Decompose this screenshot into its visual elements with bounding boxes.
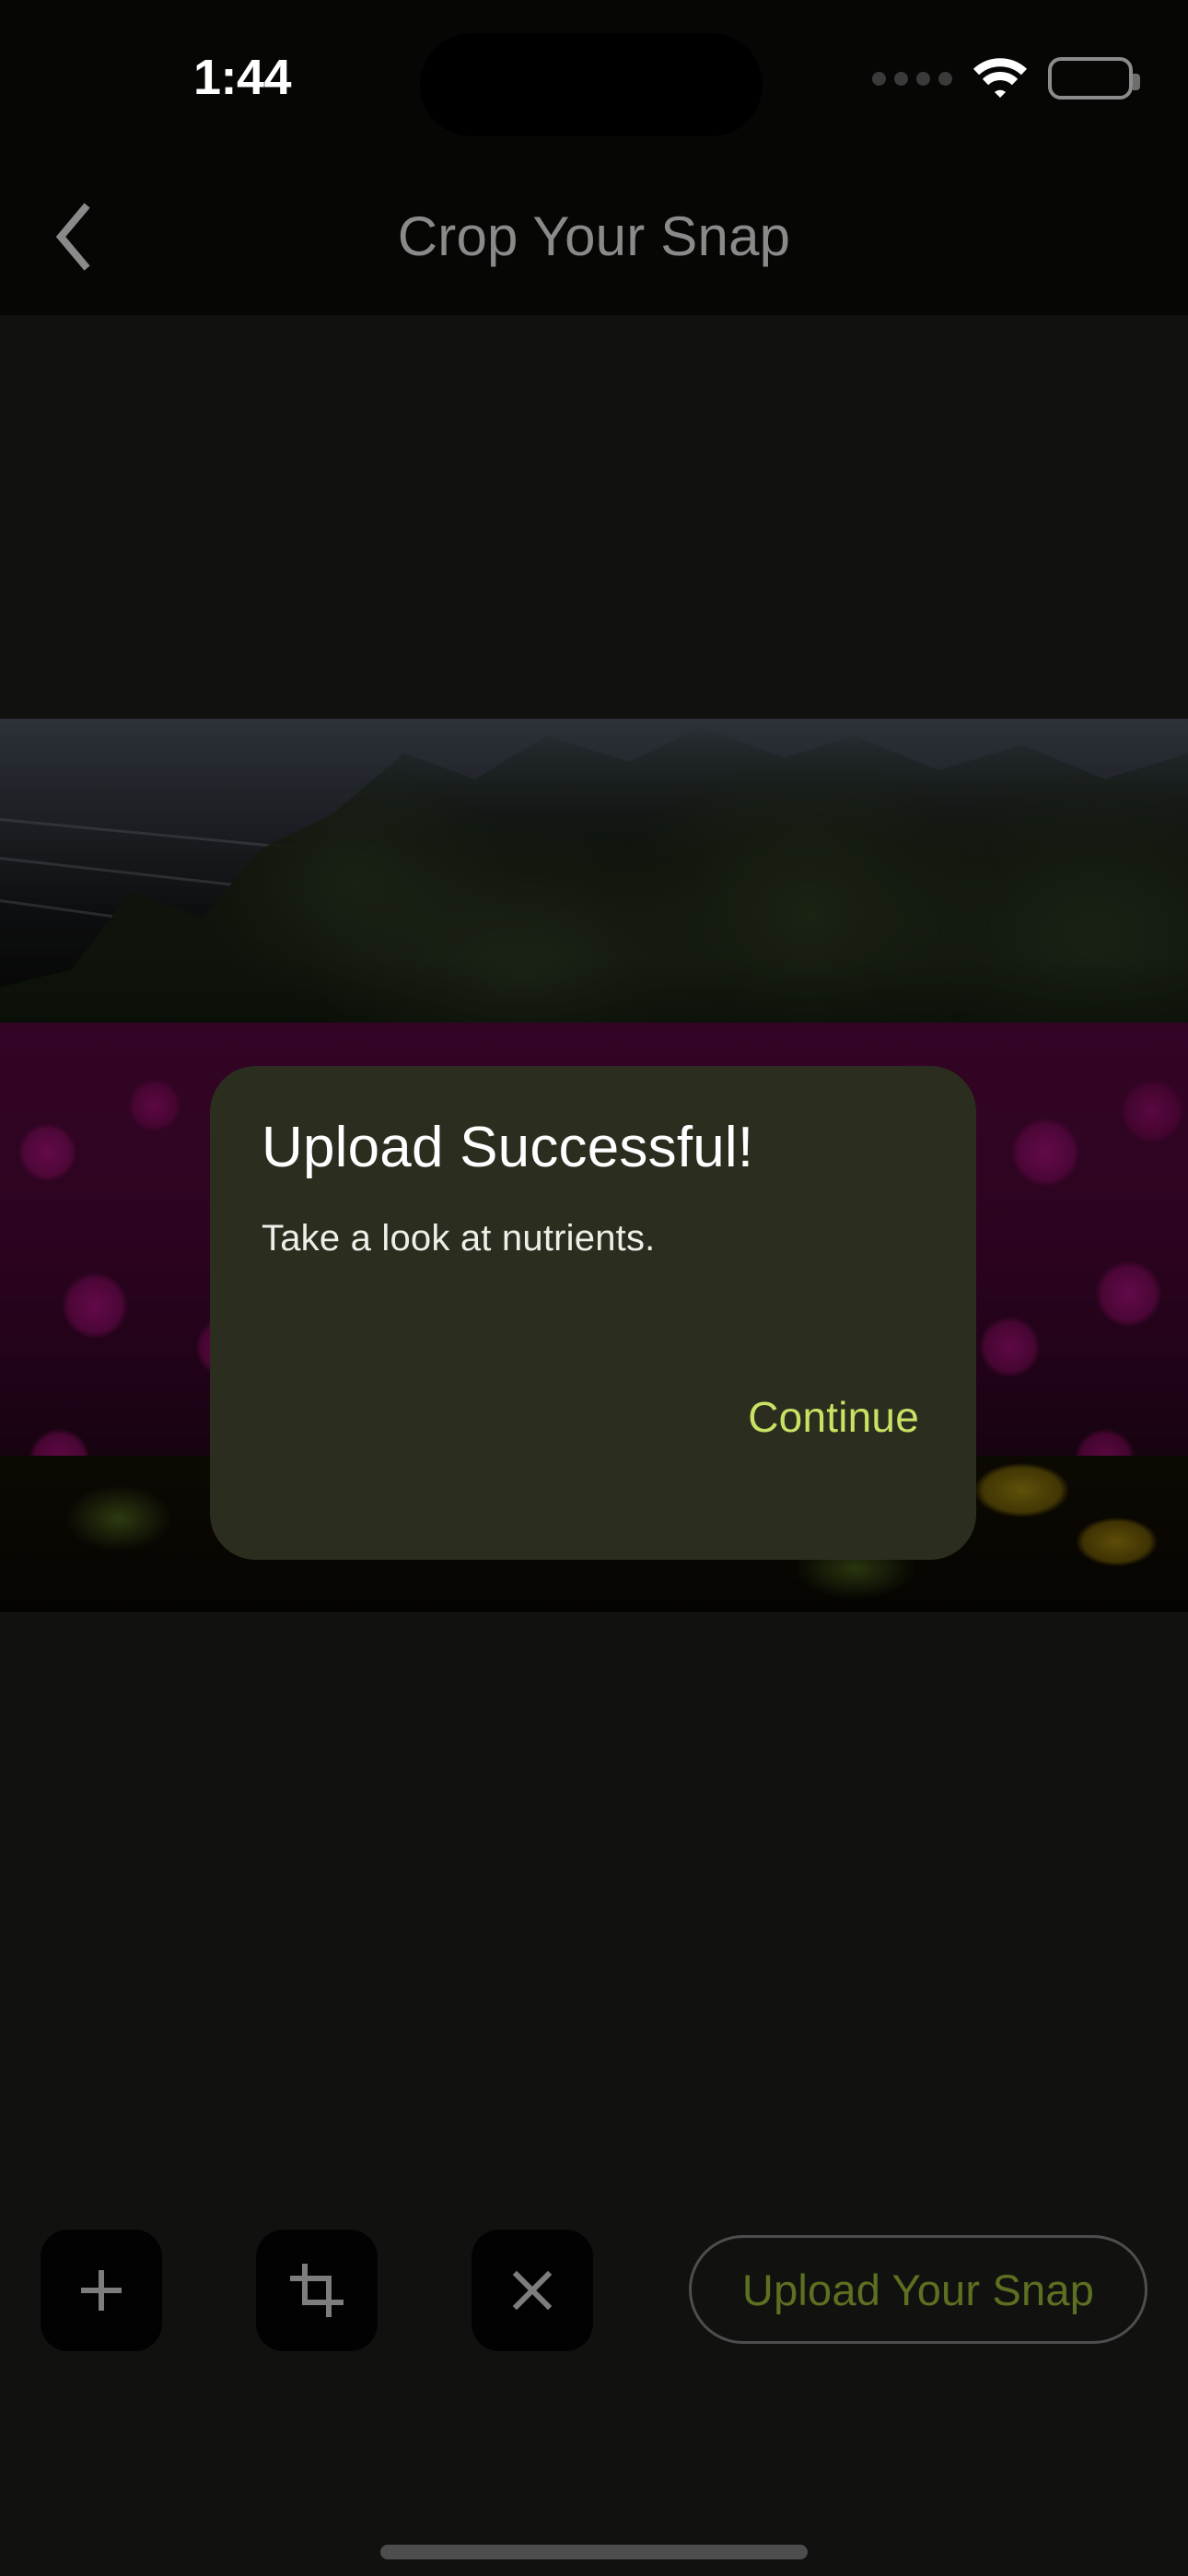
- upload-successful-dialog: Upload Successful! Take a look at nutrie…: [210, 1066, 976, 1560]
- back-button[interactable]: [18, 182, 127, 291]
- upload-button-label: Upload Your Snap: [741, 2265, 1095, 2314]
- nav-header: Crop Your Snap: [0, 157, 1188, 315]
- status-time: 1:44: [192, 50, 292, 105]
- cellular-dots-icon: [872, 71, 952, 86]
- add-button[interactable]: [41, 2230, 162, 2351]
- battery-icon: [1048, 57, 1140, 100]
- crop-icon: [290, 2264, 344, 2317]
- dialog-title: Upload Successful!: [262, 1116, 754, 1179]
- status-indicators: [872, 51, 1140, 106]
- phone-screen: Upload Your Snap Crop Your Snap 1:44 Upl…: [0, 0, 1188, 2576]
- wifi-icon: [973, 58, 1028, 98]
- continue-button[interactable]: Continue: [742, 1383, 925, 1451]
- dynamic-island: [420, 33, 763, 136]
- chevron-left-icon: [55, 203, 90, 271]
- plus-icon: [81, 2270, 122, 2311]
- close-x-icon: [512, 2270, 553, 2311]
- status-bar: 1:44: [0, 0, 1188, 157]
- upload-your-snap-button[interactable]: Upload Your Snap: [689, 2235, 1147, 2344]
- crop-button[interactable]: [256, 2230, 378, 2351]
- close-button[interactable]: [472, 2230, 593, 2351]
- home-indicator[interactable]: [380, 2545, 808, 2559]
- page-title: Crop Your Snap: [397, 205, 791, 267]
- dialog-actions: Continue: [742, 1383, 925, 1451]
- dialog-message: Take a look at nutrients.: [262, 1218, 656, 1259]
- editor-toolbar: Upload Your Snap: [0, 2211, 1188, 2359]
